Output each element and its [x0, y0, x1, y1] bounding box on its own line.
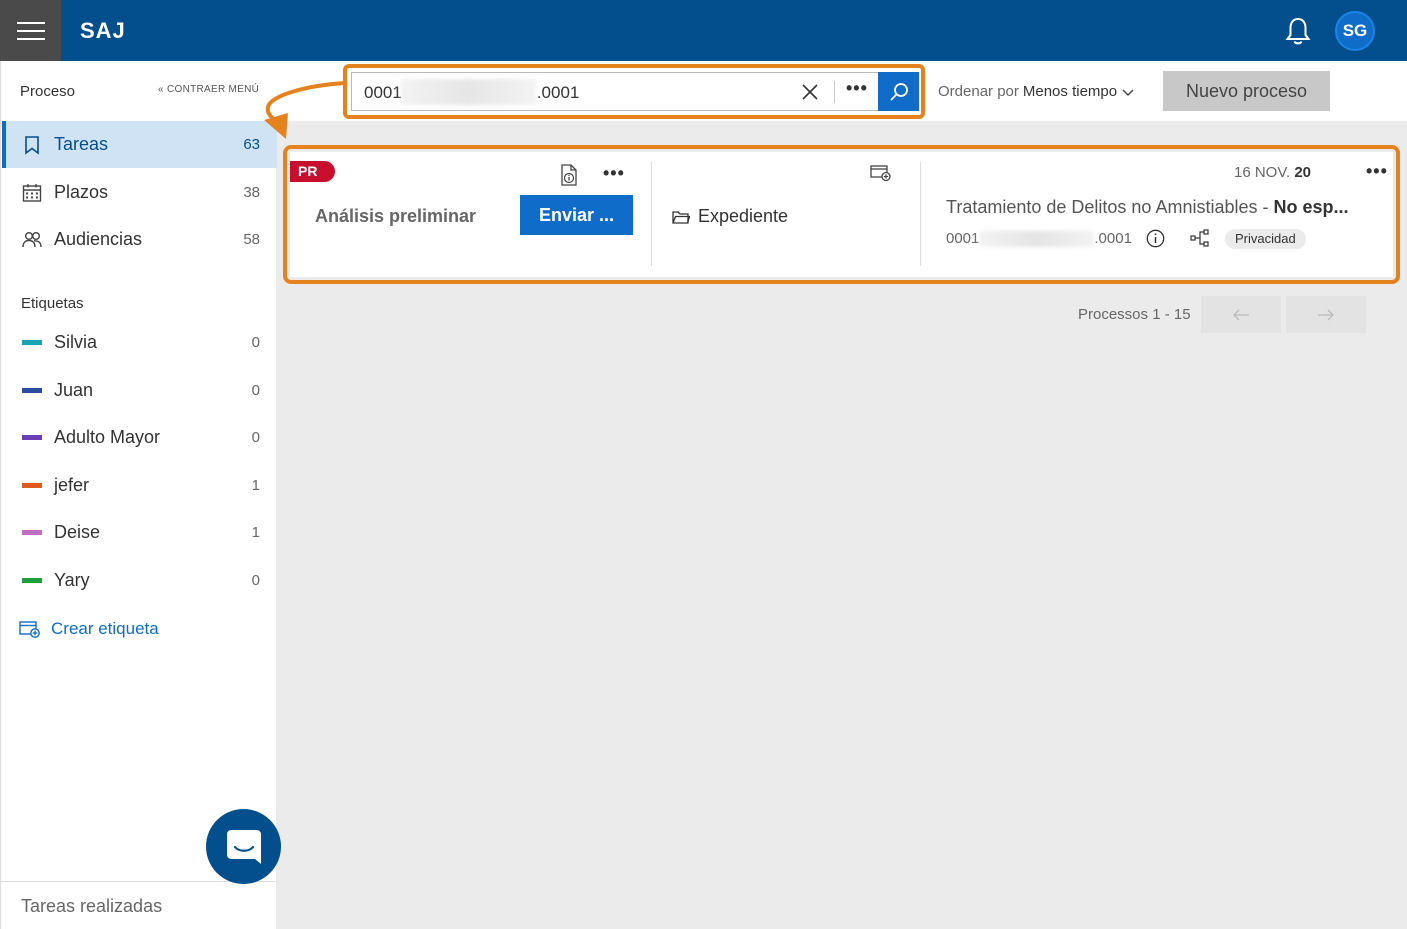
arrow-left-icon: [1233, 309, 1249, 320]
sort-value: Menos tiempo: [1022, 83, 1118, 100]
tag-count: 0: [251, 572, 260, 589]
sidebar: Proceso « CONTRAER MENÚ Tareas 63 Plazos…: [0, 61, 277, 929]
tag-color-swatch: [22, 435, 42, 440]
tag-color-swatch: [22, 388, 42, 393]
bookmark-icon: [25, 135, 39, 155]
create-tag-button[interactable]: Crear etiqueta: [19, 619, 159, 639]
tag-item-juan[interactable]: Juan 0: [2, 367, 277, 414]
card-highlight: [283, 145, 1400, 284]
completed-tasks-button[interactable]: Tareas realizadas: [1, 881, 277, 929]
tag-count: 0: [251, 382, 260, 399]
sidebar-item-label: Audiencias: [54, 229, 143, 249]
hamburger-menu-button[interactable]: [0, 0, 61, 61]
sidebar-item-count: 58: [243, 231, 260, 248]
people-icon: [22, 231, 42, 247]
sort-label: Ordenar por: [938, 83, 1019, 100]
tag-label: jefer: [54, 475, 90, 495]
tag-color-swatch: [22, 578, 42, 583]
arrow-right-icon: [1318, 309, 1334, 320]
tag-item-yary[interactable]: Yary 0: [2, 557, 277, 604]
sidebar-item-count: 63: [243, 136, 260, 153]
user-avatar[interactable]: SG: [1335, 11, 1375, 51]
tag-item-silvia[interactable]: Silvia 0: [2, 319, 277, 366]
pagination-label: Processos 1 - 15: [1078, 306, 1191, 323]
prev-page-button[interactable]: [1201, 296, 1281, 333]
sidebar-item-label: Plazos: [54, 182, 109, 202]
sidebar-item-tareas[interactable]: Tareas 63: [2, 121, 277, 168]
tag-label: Silvia: [54, 332, 98, 352]
chat-icon: [226, 829, 261, 864]
calendar-icon: [22, 183, 42, 202]
double-chevron-left-icon: «: [158, 84, 164, 95]
add-tag-icon: [19, 621, 40, 638]
chat-support-button[interactable]: [206, 809, 281, 884]
tag-count: 1: [251, 477, 260, 494]
tag-label: Juan: [54, 380, 94, 400]
app-title: SAJ: [80, 18, 126, 43]
tag-item-jefer[interactable]: jefer 1: [2, 462, 277, 509]
tag-count: 1: [251, 524, 260, 541]
tag-count: 0: [251, 334, 260, 351]
create-tag-label: Crear etiqueta: [51, 619, 159, 638]
chevron-down-icon: [1122, 89, 1134, 96]
collapse-menu-button[interactable]: « CONTRAER MENÚ: [158, 84, 259, 95]
sidebar-item-plazos[interactable]: Plazos 38: [2, 169, 277, 216]
tag-color-swatch: [22, 340, 42, 345]
collapse-menu-label: CONTRAER MENÚ: [166, 84, 260, 95]
bell-icon[interactable]: [1284, 16, 1312, 46]
sidebar-item-label: Tareas: [54, 134, 109, 154]
tag-label: Deise: [54, 522, 101, 542]
sort-dropdown[interactable]: Ordenar por Menos tiempo: [938, 83, 1135, 100]
tags-section-title: Etiquetas: [21, 295, 84, 312]
new-process-button[interactable]: Nuevo proceso: [1163, 71, 1330, 111]
tag-label: Yary: [54, 570, 90, 590]
tag-count: 0: [251, 429, 260, 446]
sidebar-item-audiencias[interactable]: Audiencias 58: [2, 216, 277, 263]
next-page-button[interactable]: [1286, 296, 1366, 333]
top-bar: SAJ SG: [0, 0, 1407, 61]
tag-label: Adulto Mayor: [54, 427, 161, 447]
completed-tasks-label: Tareas realizadas: [21, 896, 163, 916]
tag-item-deise[interactable]: Deise 1: [2, 509, 277, 556]
search-highlight: [343, 64, 925, 119]
tag-color-swatch: [22, 483, 42, 488]
sidebar-title: Proceso: [20, 83, 76, 100]
sidebar-item-count: 38: [243, 184, 260, 201]
tag-item-adulto-mayor[interactable]: Adulto Mayor 0: [2, 414, 277, 461]
tag-color-swatch: [22, 530, 42, 535]
